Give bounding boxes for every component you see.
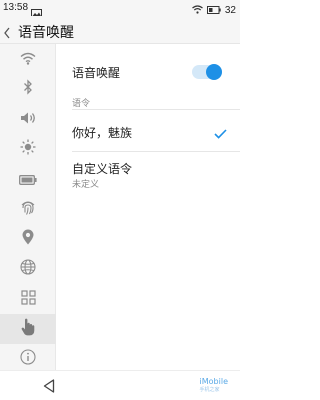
sidebar-item-display[interactable] [0, 134, 56, 164]
location-pin-icon [22, 229, 34, 249]
checkmark-icon [214, 124, 227, 143]
apps-grid-icon [20, 289, 36, 309]
option-label: 你好，魅族 [72, 126, 133, 140]
watermark-text: iMobile [199, 377, 228, 386]
sidebar-item-bluetooth[interactable] [0, 74, 56, 104]
sidebar-item-battery[interactable] [0, 164, 56, 194]
chevron-left-icon[interactable] [3, 24, 11, 43]
brightness-icon [20, 139, 36, 159]
settings-content: 语音唤醒 语令 你好，魅族 自定义语令 未定义 [57, 44, 240, 370]
option-row-hello-meizu[interactable]: 你好，魅族 [57, 110, 240, 150]
sidebar-item-fingerprint[interactable] [0, 194, 56, 224]
triangle-back-icon[interactable] [43, 378, 55, 397]
page-title: 语音唤醒 [18, 25, 74, 41]
sidebar-item-wifi[interactable] [0, 44, 56, 74]
battery-icon [19, 170, 37, 189]
voice-wake-toggle[interactable] [192, 64, 222, 80]
title-bar: 语音唤醒 [0, 16, 240, 44]
watermark: iMobile 手机之家 [200, 378, 228, 394]
battery-percent: 32 [224, 4, 236, 16]
option-row-custom[interactable]: 自定义语令 未定义 [57, 152, 240, 194]
sidebar-item-location[interactable] [0, 224, 56, 254]
sidebar-item-accessibility[interactable] [0, 314, 56, 344]
sidebar-item-language[interactable] [0, 254, 56, 284]
toggle-knob [206, 64, 222, 80]
globe-icon [20, 259, 36, 279]
voice-wake-row[interactable]: 语音唤醒 [57, 44, 240, 99]
fingerprint-icon [20, 199, 36, 220]
navigation-bar: iMobile 手机之家 [0, 370, 240, 400]
status-bar: 13:58 32 [0, 0, 240, 17]
status-time: 13:58 [3, 2, 29, 13]
wifi-icon [20, 50, 36, 69]
hand-pointer-icon [21, 318, 35, 340]
info-icon [20, 349, 36, 369]
section-header: 语令 [72, 99, 91, 109]
option-subtitle: 未定义 [72, 180, 100, 190]
speaker-icon [20, 110, 37, 129]
voice-wake-label: 语音唤醒 [72, 66, 121, 80]
bluetooth-icon [23, 79, 33, 99]
settings-sidebar [0, 44, 56, 370]
sidebar-item-apps[interactable] [0, 284, 56, 314]
option-label: 自定义语令 [72, 162, 133, 176]
watermark-subtext: 手机之家 [199, 387, 220, 393]
sidebar-item-sound[interactable] [0, 104, 56, 134]
